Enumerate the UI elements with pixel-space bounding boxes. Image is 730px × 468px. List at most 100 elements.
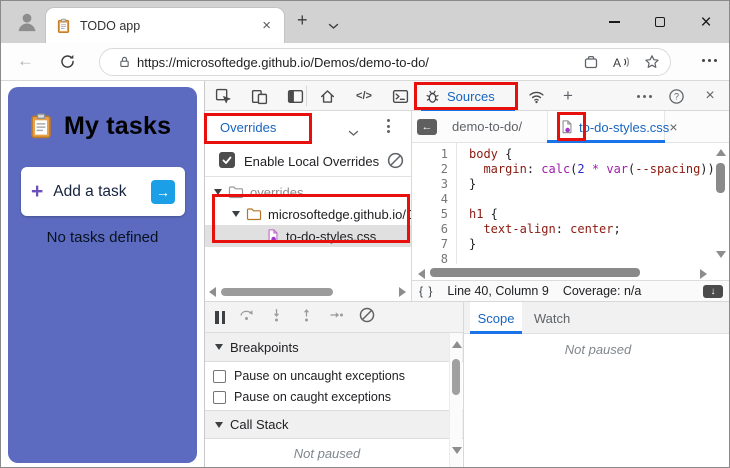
expand-caret-icon[interactable] [232,211,240,217]
tab-list-chevron-icon[interactable] [328,17,339,35]
scope-not-paused: Not paused [564,342,632,357]
call-stack-section-header[interactable]: Call Stack [205,410,463,439]
scroll-right-arrow[interactable] [700,269,707,279]
scroll-left-arrow[interactable] [209,287,216,297]
chevron-down-icon[interactable] [348,124,359,142]
overrides-panel-title[interactable]: Overrides [220,120,276,135]
code-line[interactable]: } [469,177,729,192]
tab-directory[interactable]: demo-to-do/ [452,119,522,134]
new-tab-button[interactable]: + [297,10,308,31]
plus-icon: + [31,179,44,203]
refresh-button[interactable] [59,53,76,75]
device-emulation-icon[interactable] [250,87,268,105]
deactivate-breakpoints-icon[interactable] [358,306,376,329]
add-task-submit-button[interactable]: → [151,179,175,204]
enable-overrides-checkbox[interactable] [219,152,235,168]
network-conditions-icon[interactable] [527,87,545,105]
sources-tab-label: Sources [447,88,495,104]
close-window-button[interactable]: × [683,1,729,43]
breakpoints-section-header[interactable]: Breakpoints [205,333,463,362]
code-editor[interactable]: 12345678 body { margin: calc(2 * var(--s… [412,143,729,266]
console-icon[interactable] [391,87,409,105]
step-out-icon[interactable] [298,307,315,328]
window-controls: × [591,1,729,43]
tab-scope[interactable]: Scope [470,302,522,334]
activity-bar-layout-icon[interactable] [286,87,304,105]
clear-overrides-icon[interactable] [386,151,405,175]
editor-code[interactable]: body { margin: calc(2 * var(--spacing));… [457,143,729,264]
close-tab-icon[interactable]: × [669,119,677,135]
scroll-up-arrow[interactable] [451,341,462,348]
scroll-left-arrow[interactable] [418,269,425,279]
step-icon[interactable] [328,307,345,328]
add-task-field[interactable]: + Add a task → [21,167,185,216]
editor-vertical-scrollbar[interactable] [714,161,727,261]
bug-icon [424,88,441,105]
tab-sources[interactable]: Sources [417,81,519,111]
code-line[interactable]: margin: calc(2 * var(--spacing)); [469,162,729,177]
expand-caret-icon[interactable] [214,189,222,195]
scrollbar-thumb[interactable] [452,359,460,395]
more-options-icon[interactable] [635,87,653,105]
minimize-button[interactable] [591,1,637,43]
enable-overrides-label: Enable Local Overrides [244,154,380,169]
empty-tasks-message: No tasks defined [46,229,159,246]
pause-uncaught-checkbox[interactable] [213,369,226,383]
add-tools-icon[interactable]: + [559,86,577,105]
step-into-icon[interactable] [268,307,285,328]
add-task-label[interactable]: Add a task [53,183,151,201]
download-icon[interactable]: ↓ [703,285,723,298]
line-number: 3 [440,177,448,191]
welcome-home-icon[interactable] [318,87,336,105]
step-over-icon[interactable] [238,307,255,328]
code-line[interactable] [469,192,729,207]
line-number: 4 [440,192,448,206]
tree-horizontal-scrollbar[interactable] [205,285,412,299]
settings-menu-icon[interactable] [702,59,717,62]
inspect-element-icon[interactable] [214,87,232,105]
tab-css-file[interactable]: to-do-styles.css × [547,111,678,143]
code-line[interactable] [469,252,729,264]
close-devtools-icon[interactable]: × [701,87,719,105]
back-button[interactable]: ← [17,51,34,71]
debugger-vertical-scrollbar[interactable] [449,333,462,467]
elements-code-icon[interactable]: </> [355,87,373,105]
browser-tab[interactable]: TODO app × [45,7,285,43]
scroll-down-arrow[interactable] [716,251,726,258]
scrollbar-thumb[interactable] [430,268,640,277]
tab-close-icon[interactable]: × [259,17,274,34]
address-bar[interactable]: https://microsoftedge.github.io/Demos/de… [99,48,671,76]
editor-horizontal-scrollbar[interactable] [412,264,712,280]
tab-watch[interactable]: Watch [526,302,578,334]
tree-item-domain-folder[interactable]: microsoftedge.github.io/De [205,203,411,225]
help-icon[interactable]: ? [667,87,685,105]
lock-icon[interactable] [118,55,131,69]
app-install-icon[interactable] [583,54,599,70]
pause-script-icon[interactable] [215,310,225,324]
scrollbar-thumb[interactable] [716,163,725,193]
code-line[interactable]: text-align: center; [469,222,729,237]
maximize-button[interactable] [637,1,683,43]
code-line[interactable]: body { [469,147,729,162]
scroll-down-arrow[interactable] [451,447,462,454]
code-line[interactable]: } [469,237,729,252]
tree-item-overrides-root[interactable]: overrides [205,181,411,203]
profile-avatar-icon[interactable] [13,8,40,35]
scroll-right-arrow[interactable] [399,287,406,297]
tree-label[interactable]: overrides [250,185,303,200]
scroll-up-arrow[interactable] [716,149,726,156]
tree-item-css-file[interactable]: to-do-styles.css [205,225,411,247]
tree-label[interactable]: to-do-styles.css [286,229,376,244]
call-stack-title: Call Stack [230,417,289,432]
read-aloud-icon[interactable]: A [613,55,630,70]
show-navigator-icon[interactable]: ← [417,119,437,135]
pretty-print-icon[interactable]: { } [419,284,433,298]
code-line[interactable]: h1 { [469,207,729,222]
browser-window: TODO app × + × ← https://microsoftedge.g… [0,0,730,468]
tree-label[interactable]: microsoftedge.github.io/De [268,207,411,222]
kebab-menu-icon[interactable] [387,119,390,133]
pause-caught-checkbox[interactable] [213,390,226,404]
scrollbar-thumb[interactable] [221,288,333,296]
url-text[interactable]: https://microsoftedge.github.io/Demos/de… [137,55,569,70]
favorites-star-icon[interactable] [644,54,660,70]
